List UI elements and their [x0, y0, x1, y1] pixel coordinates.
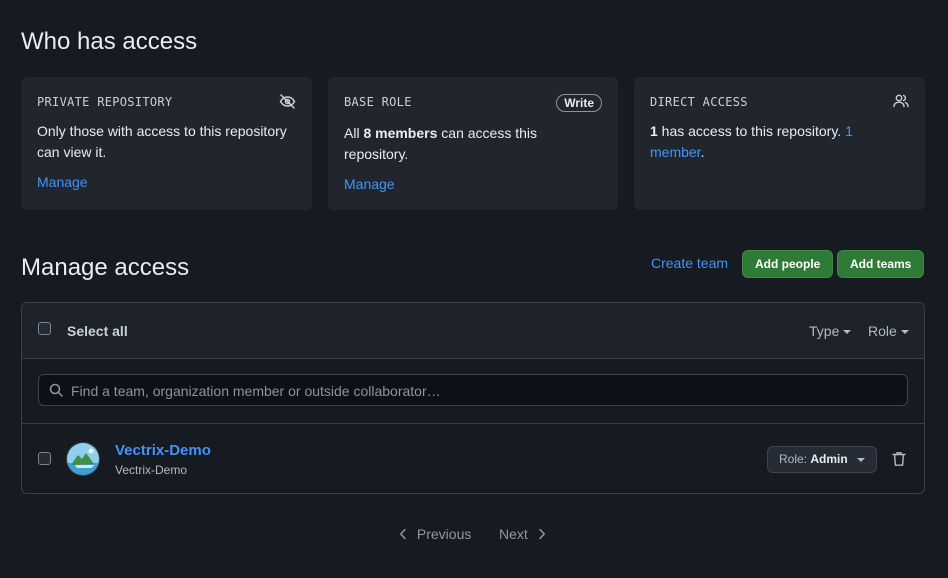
card-kicker: DIRECT ACCESS — [650, 95, 748, 109]
people-icon — [893, 94, 909, 113]
select-all-checkbox[interactable] — [38, 322, 51, 335]
add-teams-button[interactable]: Add teams — [837, 250, 925, 278]
members-count: 8 members — [363, 125, 438, 141]
eye-closed-icon — [279, 94, 296, 114]
card-text-part: . — [700, 144, 705, 160]
select-all-label[interactable]: Select all — [67, 323, 128, 339]
role-filter-label: Role — [868, 323, 897, 339]
access-list-header: Select all Type Role — [22, 303, 924, 359]
search-icon — [49, 383, 63, 402]
access-list-panel: Select all Type Role Vectrix-Demo Ve — [21, 302, 925, 494]
card-text: Only those with access to this repositor… — [37, 123, 287, 160]
type-filter-dropdown[interactable]: Type — [809, 323, 852, 339]
chevron-left-icon — [399, 528, 406, 540]
who-has-access-heading: Who has access — [21, 28, 198, 55]
direct-access-card: DIRECT ACCESS 1 has access to this repos… — [634, 77, 925, 210]
role-filter-dropdown[interactable]: Role — [868, 323, 909, 339]
table-row: Vectrix-Demo Vectrix-Demo Role: Admin — [22, 424, 924, 493]
role-label: Role: — [779, 452, 808, 466]
chevron-right-icon — [538, 528, 545, 540]
search-box[interactable] — [38, 374, 908, 407]
base-role-badge: Write — [556, 94, 602, 112]
add-people-button[interactable]: Add people — [742, 250, 834, 278]
manage-access-heading: Manage access — [21, 254, 190, 281]
manage-base-role-link[interactable]: Manage — [344, 176, 395, 192]
member-role-dropdown[interactable]: Role: Admin — [767, 446, 878, 473]
card-text: All 8 members can access this repository… — [344, 123, 602, 165]
caret-down-icon — [900, 330, 909, 335]
search-row — [22, 359, 924, 424]
pagination-previous[interactable]: Previous — [399, 526, 471, 542]
pagination-previous-label: Previous — [416, 526, 472, 542]
role-value: Admin — [810, 452, 848, 466]
member-checkbox[interactable] — [38, 452, 51, 465]
avatar — [66, 442, 100, 476]
pagination-next-label: Next — [499, 526, 528, 542]
direct-access-count: 1 — [650, 123, 658, 139]
manage-visibility-link[interactable]: Manage — [37, 174, 88, 190]
card-text-part: has access to this repository. — [657, 123, 846, 139]
trash-icon[interactable] — [892, 451, 906, 472]
card-kicker: PRIVATE REPOSITORY — [37, 95, 173, 109]
card-text-part: All — [344, 125, 364, 141]
type-filter-label: Type — [809, 323, 840, 339]
card-text: 1 has access to this repository. 1 membe… — [650, 121, 909, 163]
base-role-card: BASE ROLE Write All 8 members can access… — [328, 77, 618, 210]
member-name-link[interactable]: Vectrix-Demo — [115, 442, 211, 459]
pagination-next[interactable]: Next — [499, 526, 546, 542]
member-username: Vectrix-Demo — [115, 463, 188, 477]
caret-down-icon — [857, 457, 866, 462]
search-input[interactable] — [69, 375, 893, 407]
caret-down-icon — [843, 330, 852, 335]
create-team-link[interactable]: Create team — [651, 255, 728, 271]
private-repository-card: PRIVATE REPOSITORY Only those with acces… — [21, 77, 312, 210]
